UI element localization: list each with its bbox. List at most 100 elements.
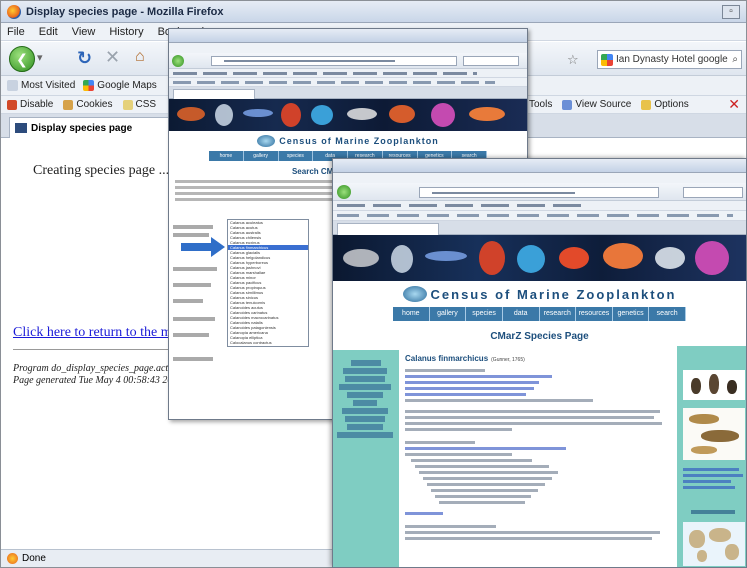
bookmark-star-icon[interactable]: ☆ — [567, 52, 579, 68]
disable-menu[interactable]: Disable — [7, 99, 53, 110]
cookie-icon — [63, 99, 74, 110]
view-source-menu[interactable]: View Source — [562, 99, 631, 110]
specimen-photo[interactable] — [683, 408, 745, 460]
back-button[interactable] — [172, 55, 184, 67]
css-icon — [122, 99, 133, 110]
sidebar-link[interactable] — [345, 376, 385, 382]
sidebar-link[interactable] — [342, 408, 388, 414]
devbar-label: Disable — [20, 99, 54, 110]
options-menu[interactable]: Options — [641, 99, 689, 110]
species-heading: Calanus finmarchicus (Gunner, 1765) — [405, 354, 673, 363]
nav-genetics[interactable]: genetics — [613, 307, 650, 321]
sidebar-link[interactable] — [345, 416, 385, 422]
zooplankton-banner-image — [333, 235, 746, 281]
menu-history[interactable]: History — [109, 26, 143, 38]
species-listbox[interactable]: Calanus aculeatus Calanus acutus Calanus a… — [227, 219, 309, 347]
sidebar-link[interactable] — [337, 432, 393, 438]
url-bar[interactable] — [419, 187, 659, 198]
tab-display-species[interactable]: Display species page — [9, 117, 169, 138]
specimen-photo[interactable] — [683, 370, 745, 400]
page-favicon-icon — [15, 123, 27, 133]
developer-toolbar — [333, 211, 746, 221]
species-text-block — [405, 369, 673, 540]
tab-label: Display species page — [31, 122, 133, 134]
return-link[interactable]: Click here to return to the main — [13, 325, 189, 341]
cmarz-logo-icon — [257, 135, 276, 147]
tab-bar — [169, 87, 527, 100]
menu-bar — [169, 43, 527, 53]
search-input[interactable] — [463, 56, 519, 66]
species-name: Calanus finmarchicus — [405, 354, 489, 363]
options-icon — [641, 99, 652, 110]
menu-edit[interactable]: Edit — [39, 26, 58, 38]
cmarz-header: Census of Marine Zooplankton — [333, 281, 746, 307]
distribution-map[interactable] — [683, 522, 745, 566]
nav-gallery[interactable]: gallery — [430, 307, 467, 321]
close-icon[interactable]: ✕ — [728, 96, 740, 113]
nav-data[interactable]: data — [503, 307, 540, 321]
menu-file[interactable]: File — [7, 26, 25, 38]
tab-bar — [333, 221, 746, 236]
sidebar-link[interactable] — [347, 392, 383, 398]
cmarz-logo-icon — [402, 286, 427, 302]
bookmark-google-maps[interactable]: Google Maps — [83, 80, 157, 91]
cookies-menu[interactable]: Cookies — [63, 99, 113, 110]
search-icon[interactable]: ⌕ — [732, 54, 738, 65]
tools-menu[interactable]: Tools — [529, 99, 552, 110]
nav-research[interactable]: research — [540, 307, 577, 321]
nav-search[interactable]: search — [649, 307, 686, 321]
google-maps-icon — [83, 80, 95, 91]
right-sidebar-gallery — [677, 346, 746, 567]
google-icon — [601, 53, 613, 66]
bookmarks-toolbar — [333, 201, 746, 211]
devbar-label: CSS — [135, 99, 157, 110]
window-title-bar — [333, 159, 746, 173]
home-icon[interactable]: ⌂ — [135, 48, 145, 66]
developer-toolbar — [169, 78, 527, 87]
bookmark-label: Google Maps — [97, 80, 157, 91]
search-input[interactable] — [683, 187, 743, 198]
nav-species[interactable]: species — [279, 151, 314, 161]
back-button[interactable]: ❮ — [9, 46, 35, 72]
menu-bar — [333, 173, 746, 183]
nav-species[interactable]: species — [466, 307, 503, 321]
sidebar-link[interactable] — [339, 384, 391, 390]
window-title: Display species page - Mozilla Firefox — [26, 5, 224, 18]
page-title: CMarZ Species Page — [490, 331, 589, 342]
nav-resources[interactable]: resources — [576, 307, 613, 321]
reload-icon[interactable]: ↻ — [77, 48, 92, 69]
nav-home[interactable]: home — [209, 151, 244, 161]
stop-icon[interactable]: ✕ — [105, 47, 120, 68]
bookmark-most-visited[interactable]: Most Visited — [7, 80, 75, 91]
site-nav: home gallery species data research resou… — [393, 307, 686, 321]
firefox-logo-icon — [7, 4, 21, 19]
sidebar-link[interactable] — [347, 424, 383, 430]
css-menu[interactable]: CSS — [122, 99, 157, 110]
divider — [13, 349, 173, 350]
search-text: Ian Dynasty Hotel google — [616, 54, 728, 65]
creating-message: Creating species page ... — [33, 163, 170, 178]
navigation-toolbar — [169, 53, 527, 69]
devbar-label: Cookies — [76, 99, 113, 110]
menu-view[interactable]: View — [72, 26, 96, 38]
search-input[interactable]: Ian Dynasty Hotel google ⌕ — [597, 50, 742, 69]
species-description: Calanus finmarchicus (Gunner, 1765) — [403, 350, 675, 567]
url-bar[interactable] — [211, 56, 457, 66]
left-sidebar — [333, 350, 399, 567]
disable-icon — [7, 99, 17, 110]
zooplankton-banner-image — [169, 99, 527, 131]
back-button[interactable] — [337, 185, 351, 199]
title-bar: Display species page - Mozilla Firefox ▫ — [1, 1, 746, 23]
sidebar-link[interactable] — [351, 360, 381, 366]
devbar-label: Options — [654, 99, 689, 110]
forward-dropdown-icon[interactable]: ▾ — [37, 51, 55, 67]
site-brand: Census of Marine Zooplankton — [430, 286, 677, 302]
nav-home[interactable]: home — [393, 307, 430, 321]
devbar-label: View Source — [575, 99, 632, 110]
window-control-button[interactable]: ▫ — [722, 4, 740, 19]
window-title-bar — [169, 29, 527, 43]
nav-gallery[interactable]: gallery — [244, 151, 279, 161]
sidebar-link[interactable] — [353, 400, 377, 406]
sidebar-link[interactable] — [343, 368, 387, 374]
species-page-main: Calanus finmarchicus (Gunner, 1765) — [333, 346, 746, 567]
